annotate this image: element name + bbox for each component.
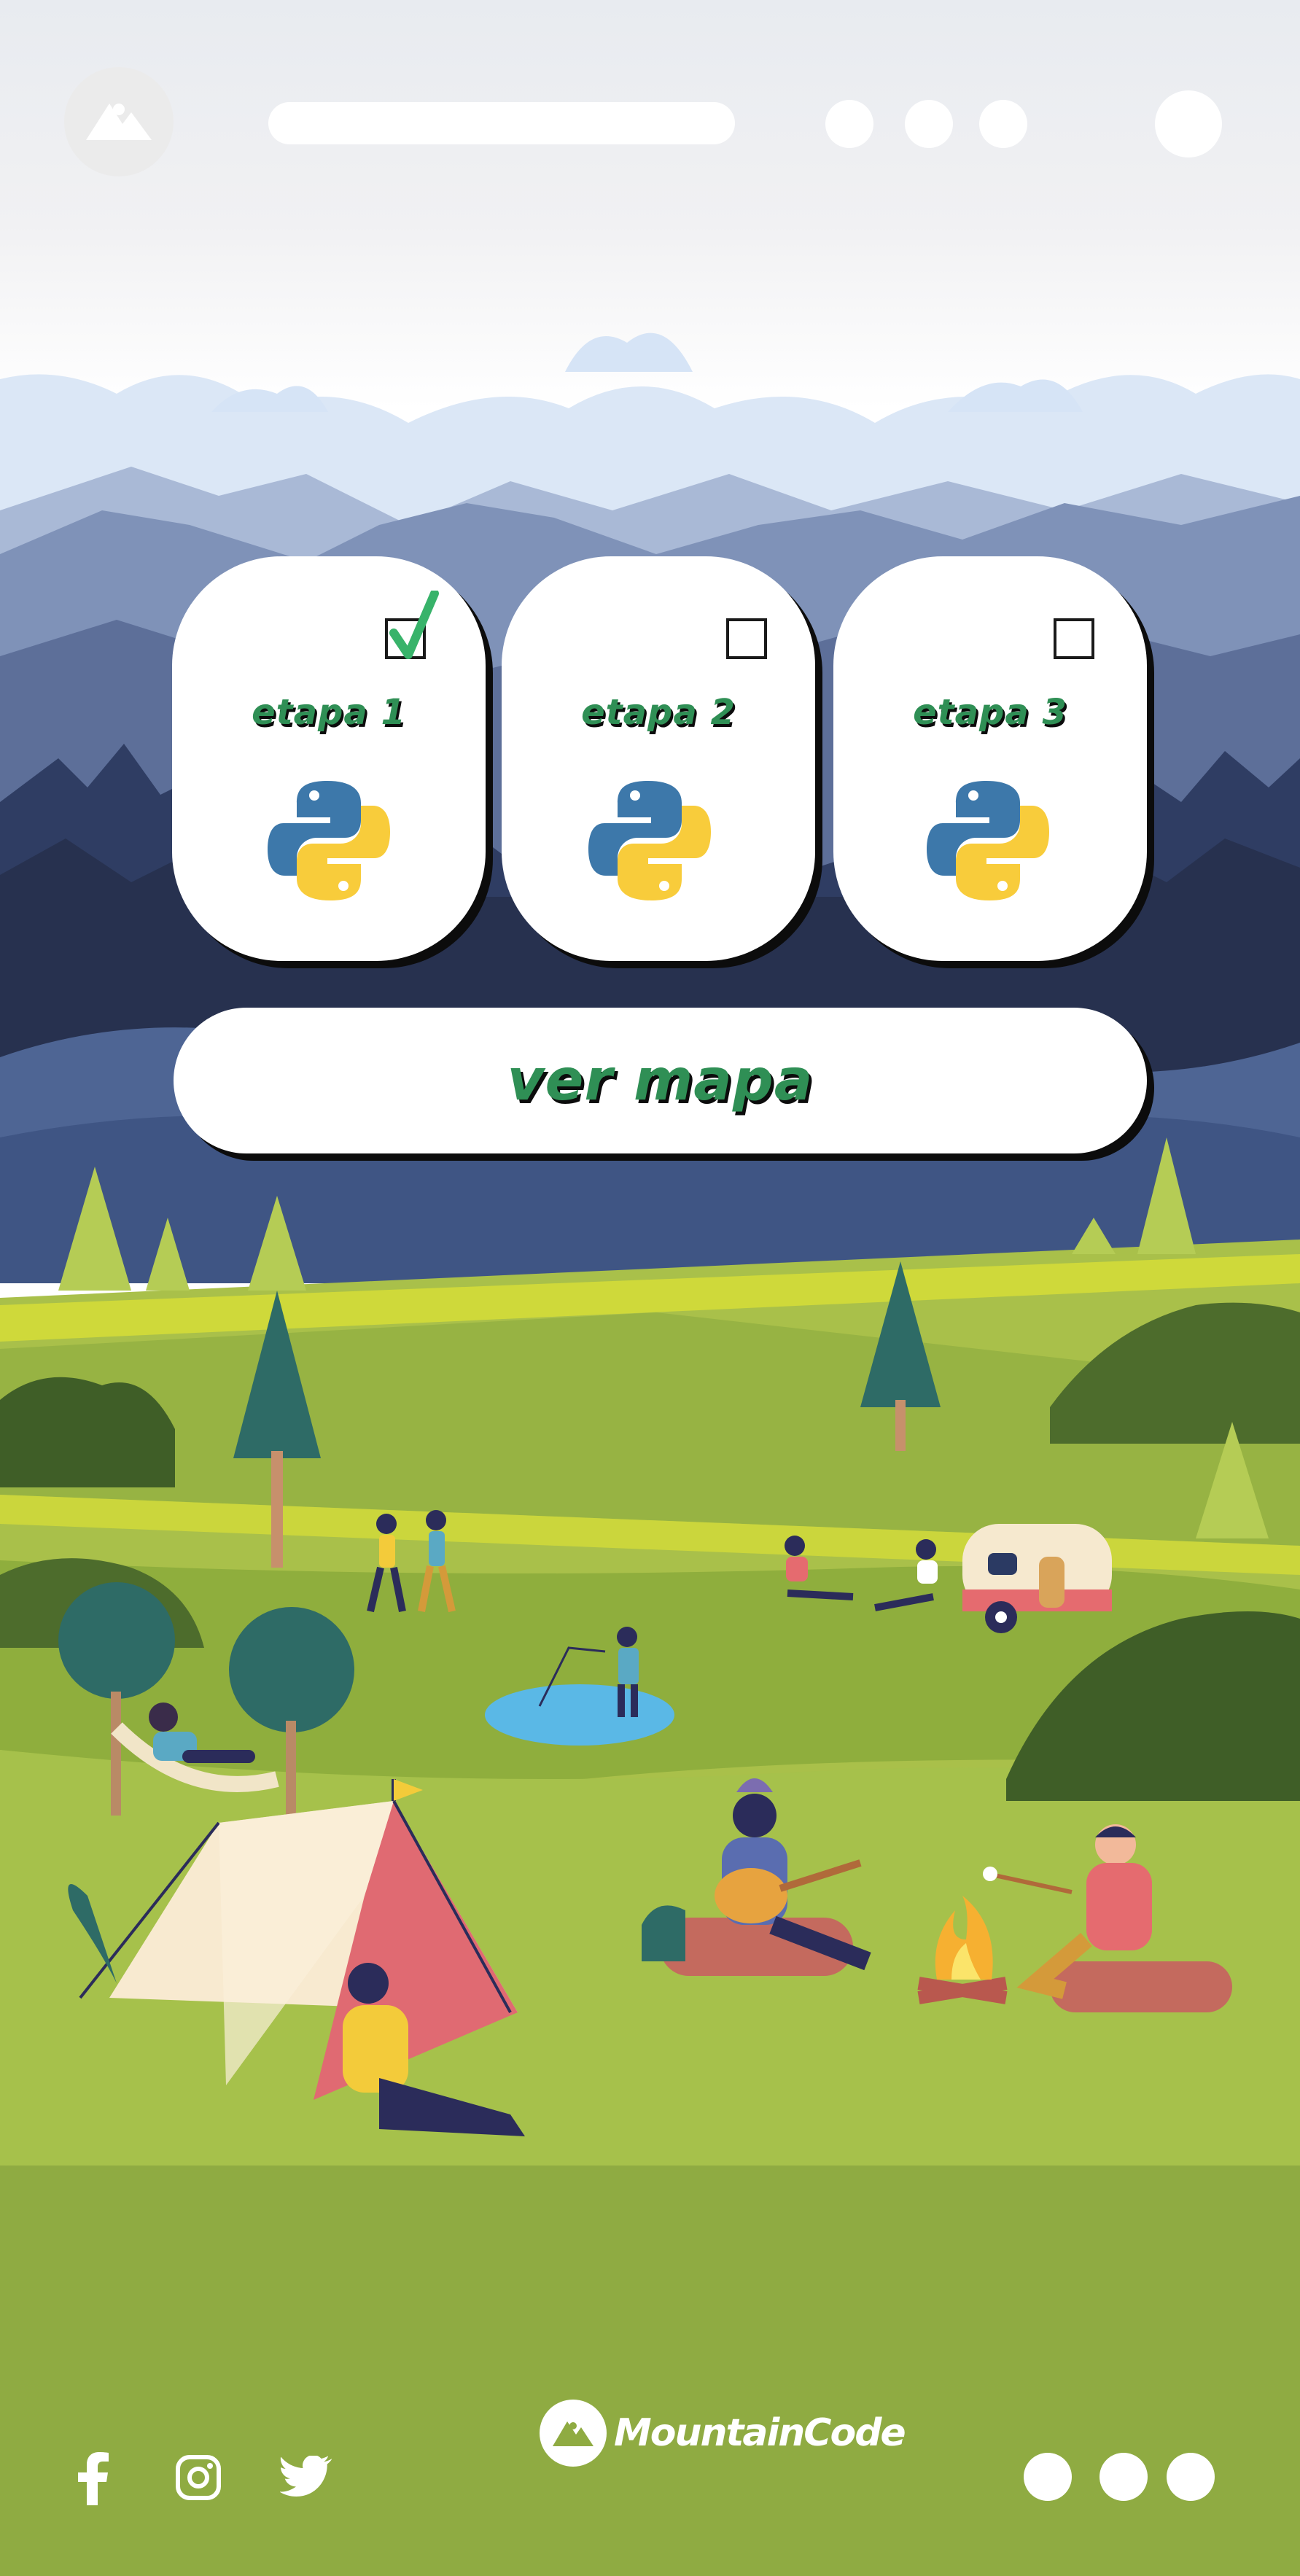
footer-dot-2[interactable] bbox=[1099, 2453, 1148, 2501]
brand-name: MountainCode bbox=[614, 2411, 906, 2455]
footer-dot-3[interactable] bbox=[1167, 2453, 1215, 2501]
camping-landscape-illustration bbox=[0, 0, 1300, 2576]
app-logo-badge[interactable] bbox=[64, 67, 174, 176]
stage-1-checkbox[interactable] bbox=[385, 591, 439, 659]
brand-logo: MountainCode bbox=[540, 2399, 906, 2467]
checkmark-icon bbox=[389, 591, 439, 659]
stage-1-title: etapa 1 bbox=[252, 692, 406, 733]
stage-card-1[interactable]: etapa 1 bbox=[172, 556, 486, 961]
brand-logo-badge bbox=[540, 2400, 607, 2467]
mountain-logo-icon bbox=[553, 2421, 593, 2446]
stage-2-checkbox[interactable] bbox=[726, 618, 767, 659]
profile-avatar[interactable] bbox=[1155, 90, 1222, 157]
stage-3-title: etapa 3 bbox=[913, 692, 1067, 733]
python-icon bbox=[927, 781, 1049, 900]
view-map-button[interactable]: ver mapa bbox=[174, 1008, 1147, 1153]
search-input[interactable] bbox=[268, 102, 735, 144]
stage-card-3[interactable]: etapa 3 bbox=[833, 556, 1147, 961]
mountain-logo-icon bbox=[86, 104, 152, 140]
footer-dot-1[interactable] bbox=[1024, 2453, 1072, 2501]
stage-3-checkbox[interactable] bbox=[1054, 618, 1094, 659]
header-menu-dot-3[interactable] bbox=[979, 100, 1027, 148]
header-menu-dot-2[interactable] bbox=[905, 100, 953, 148]
facebook-icon[interactable] bbox=[73, 2451, 112, 2505]
view-map-label: ver mapa bbox=[507, 1048, 814, 1113]
twitter-icon[interactable] bbox=[280, 2456, 332, 2499]
python-icon bbox=[268, 781, 390, 900]
instagram-icon[interactable] bbox=[175, 2454, 222, 2501]
app-screen: etapa 1 etapa 2 etapa 3 ver mapa Mountai… bbox=[0, 0, 1300, 2576]
python-icon bbox=[588, 781, 711, 900]
header-menu-dot-1[interactable] bbox=[825, 100, 873, 148]
stage-2-title: etapa 2 bbox=[581, 692, 736, 733]
stage-card-2[interactable]: etapa 2 bbox=[502, 556, 815, 961]
